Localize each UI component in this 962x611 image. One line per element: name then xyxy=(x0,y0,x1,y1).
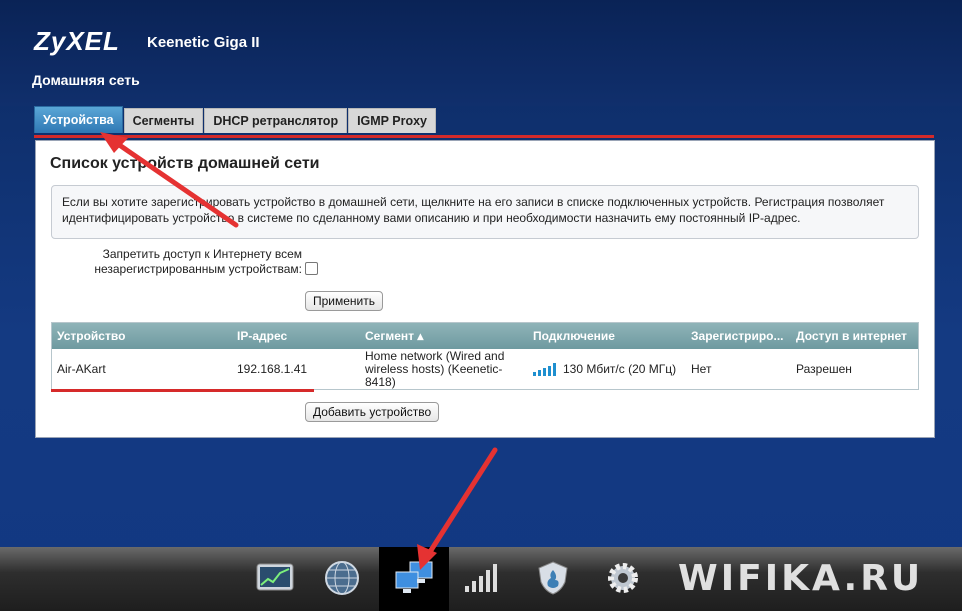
apply-button[interactable]: Применить xyxy=(305,291,384,311)
info-box: Если вы хотите зарегистрировать устройст… xyxy=(51,185,919,239)
table-header: Устройство IP-адрес Сегмент ▴ Подключени… xyxy=(52,323,918,349)
block-unregistered-label: Запретить доступ к Интернету всем незаре… xyxy=(94,247,302,276)
table-row[interactable]: Air-AKart 192.168.1.41 Home network (Wir… xyxy=(52,349,918,389)
section-title: Домашняя сеть xyxy=(32,72,140,88)
tab-segments[interactable]: Сегменты xyxy=(123,108,204,133)
tab-dhcp-relay[interactable]: DHCP ретранслятор xyxy=(204,108,348,133)
globe-icon[interactable] xyxy=(321,557,363,599)
col-internet-access[interactable]: Доступ в интернет xyxy=(791,323,918,349)
cell-ip: 192.168.1.41 xyxy=(237,362,308,376)
shield-flame-icon[interactable] xyxy=(532,557,574,599)
panel-title: Список устройств домашней сети xyxy=(50,155,320,172)
connection-speed: 130 Мбит/с (20 МГц) xyxy=(563,362,677,376)
brand-logo: ZyXEL xyxy=(34,26,120,56)
cell-connection: 130 Мбит/с (20 МГц) xyxy=(528,349,686,389)
signal-bars-icon[interactable] xyxy=(460,557,502,599)
cell-registered: Нет xyxy=(691,362,712,376)
wifika-watermark: WIFIKA.RU xyxy=(678,558,924,599)
block-unregistered-checkbox[interactable] xyxy=(305,262,318,275)
tab-underline xyxy=(34,135,934,138)
devices-table: Устройство IP-адрес Сегмент ▴ Подключени… xyxy=(51,322,919,390)
cell-access: Разрешен xyxy=(796,362,852,376)
cell-segment: Home network (Wired and wireless hosts) … xyxy=(365,348,505,389)
info-text: Если вы хотите зарегистрировать устройст… xyxy=(62,195,885,225)
annotation-underline xyxy=(51,389,314,392)
home-network-icon[interactable] xyxy=(393,557,435,599)
col-connection[interactable]: Подключение xyxy=(528,323,686,349)
col-device[interactable]: Устройство xyxy=(52,323,232,349)
tab-bar: Устройства Сегменты DHCP ретранслятор IG… xyxy=(34,106,437,134)
col-ip[interactable]: IP-адрес xyxy=(232,323,360,349)
devices-panel: Список устройств домашней сети Если вы х… xyxy=(35,140,935,438)
col-segment[interactable]: Сегмент ▴ xyxy=(360,323,528,349)
tab-devices[interactable]: Устройства xyxy=(34,106,123,133)
model-name: Keenetic Giga II xyxy=(147,34,260,51)
wifi-signal-icon xyxy=(533,362,556,376)
monitor-graph-icon[interactable] xyxy=(254,557,296,599)
cell-device: Air-AKart xyxy=(57,362,106,376)
header-band xyxy=(0,0,962,106)
col-registered[interactable]: Зарегистриро... xyxy=(686,323,791,349)
add-device-button[interactable]: Добавить устройство xyxy=(305,402,440,422)
tab-igmp-proxy[interactable]: IGMP Proxy xyxy=(348,108,437,133)
gear-icon[interactable] xyxy=(602,557,644,599)
